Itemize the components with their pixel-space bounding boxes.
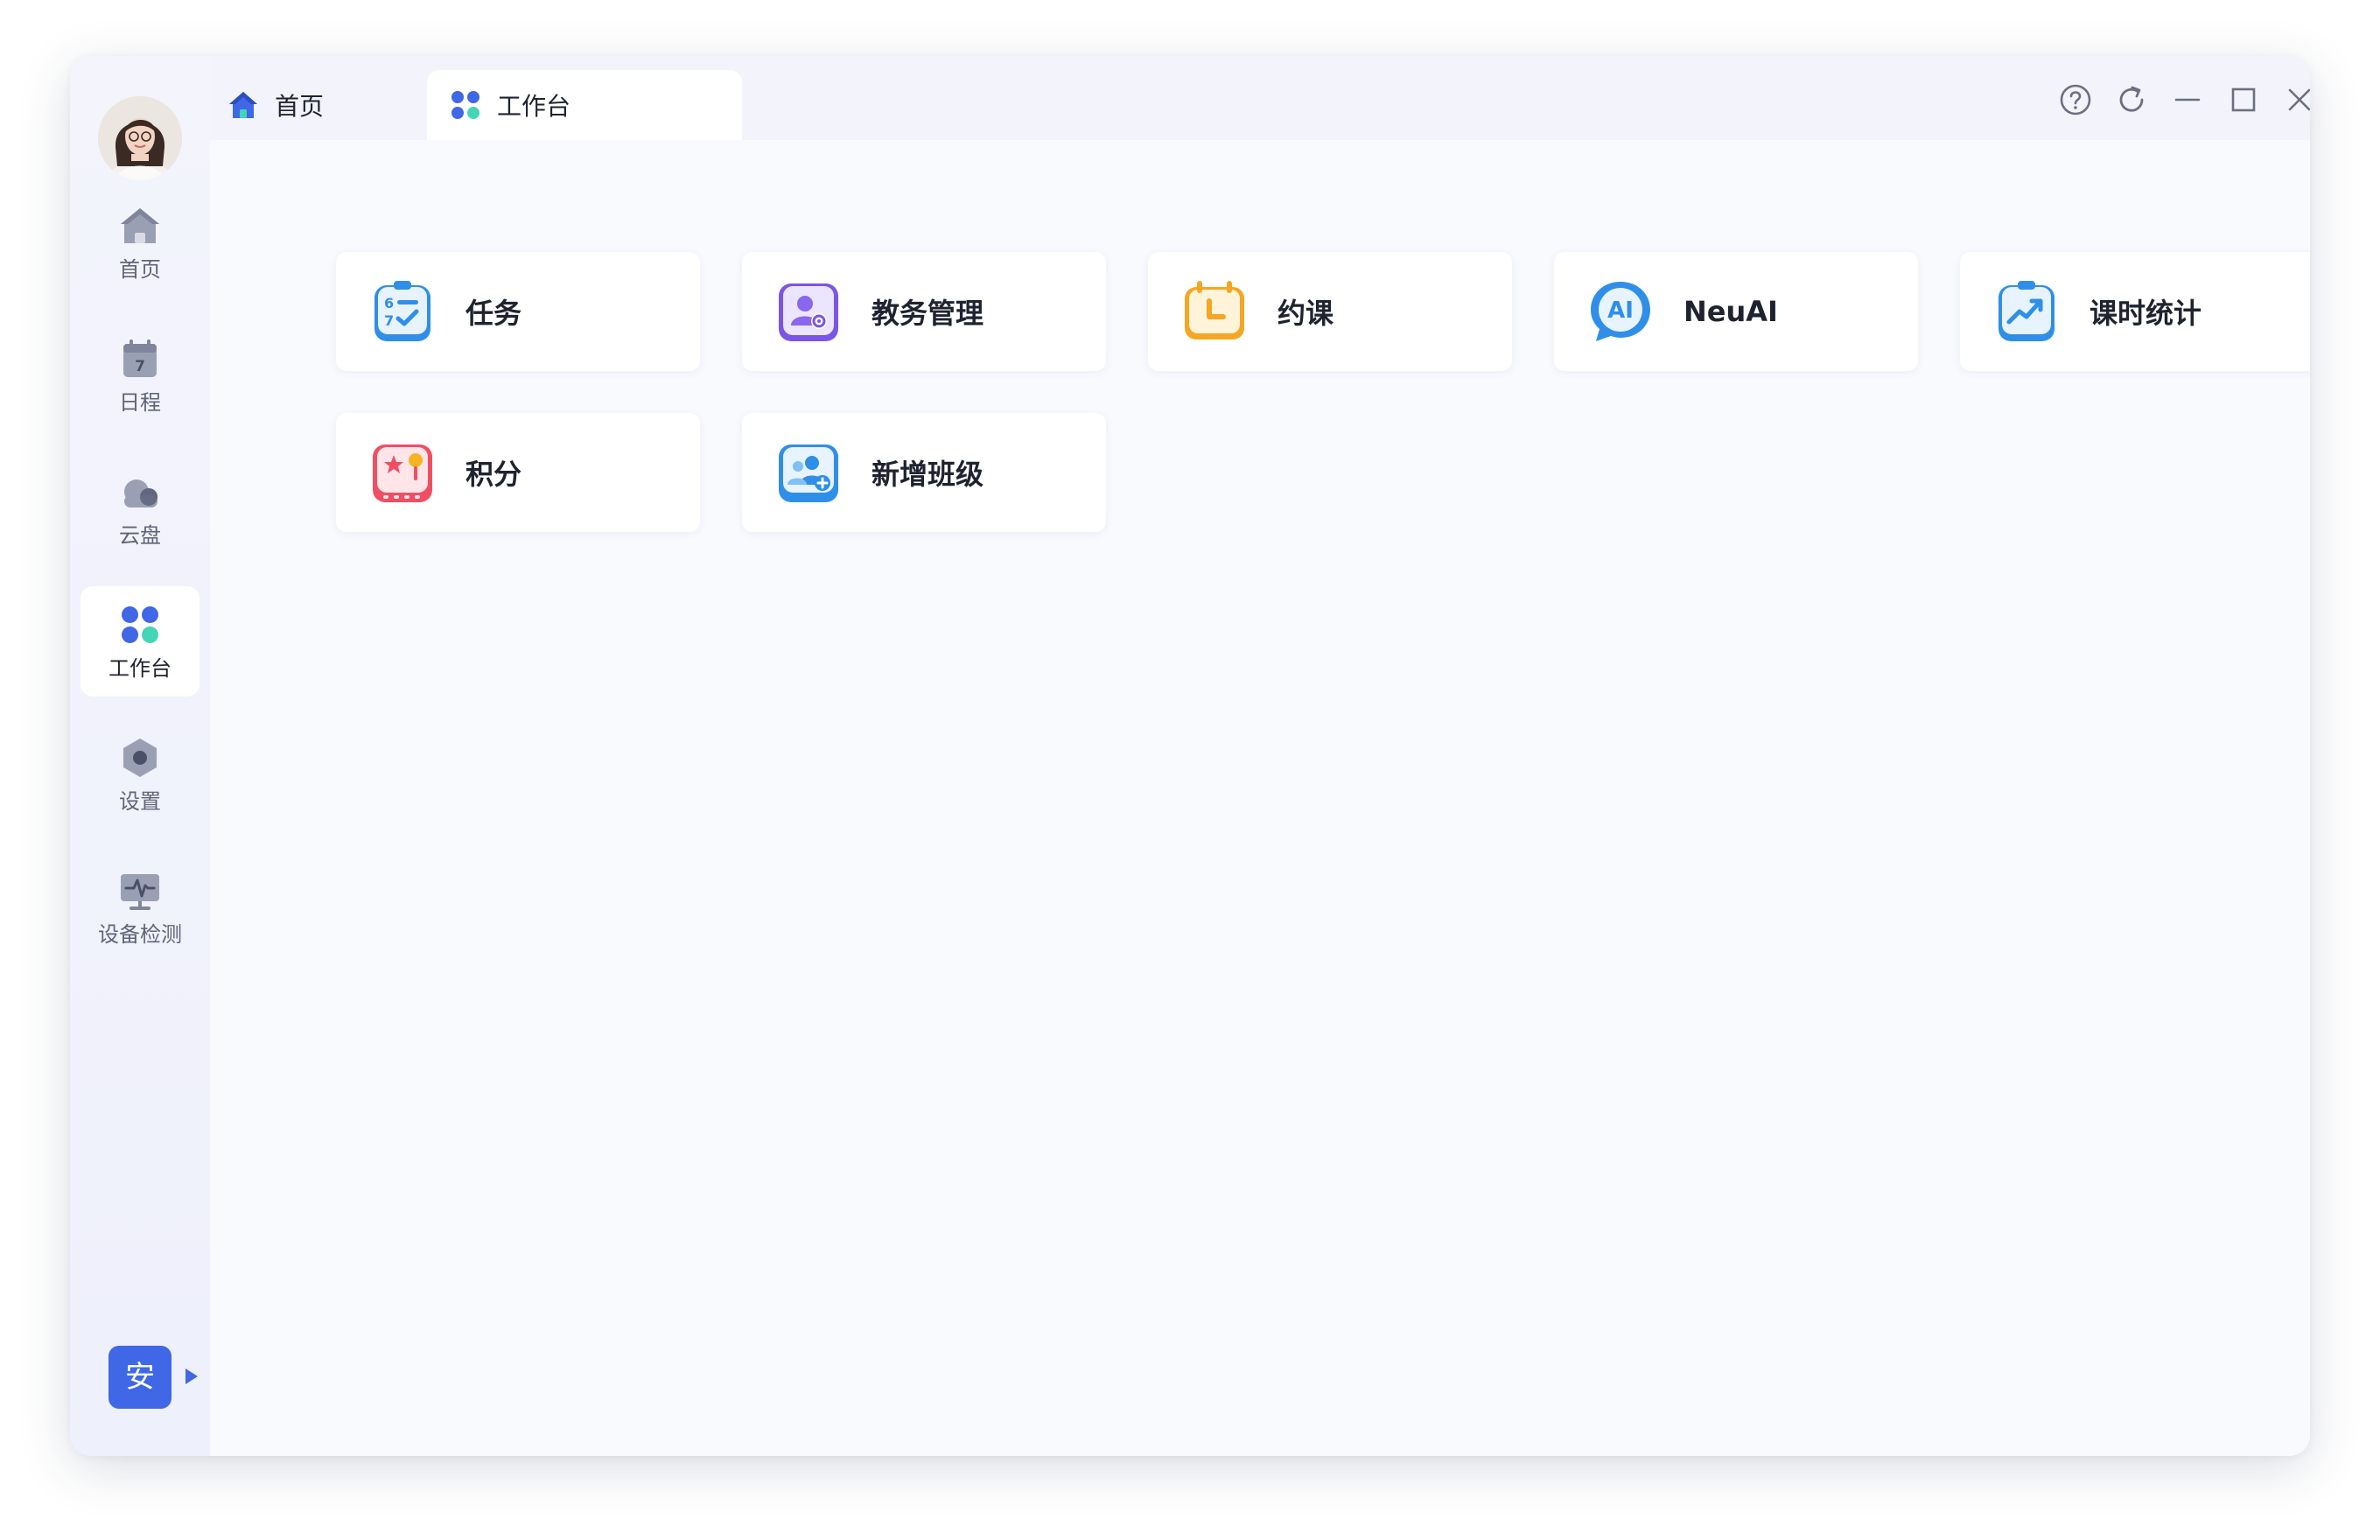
- app-card-booking[interactable]: 约课: [1148, 252, 1512, 371]
- home-icon: [121, 208, 159, 243]
- maximize-icon: [2231, 88, 2256, 112]
- app-card-neuai[interactable]: AI NeuAI: [1554, 252, 1918, 371]
- app-card-class-hours-stats[interactable]: 课时统计: [1960, 252, 2310, 371]
- app-card-label: NeuAI: [1684, 295, 1778, 328]
- tab-home[interactable]: 首页: [210, 70, 360, 140]
- settings-icon: [123, 738, 157, 777]
- neuai-icon: AI: [1591, 282, 1650, 341]
- add-class-icon: [779, 444, 838, 502]
- calendar-icon: 7: [123, 340, 157, 377]
- home-icon: [229, 92, 257, 118]
- avatar[interactable]: [98, 96, 182, 180]
- help-icon: [2060, 84, 2091, 116]
- sidebar-item-settings[interactable]: 设置: [80, 719, 200, 830]
- sidebar-item-label: 设置: [119, 789, 161, 814]
- sidebar-item-schedule[interactable]: 7 日程: [80, 320, 200, 430]
- user-badge[interactable]: 安: [108, 1346, 172, 1409]
- refresh-icon: [2119, 86, 2144, 112]
- sidebar-item-label: 云盘: [119, 523, 161, 548]
- sidebar-item-label: 设备检测: [98, 922, 182, 947]
- close-icon: [2288, 88, 2310, 111]
- app-card-label: 课时统计: [2090, 297, 2202, 330]
- app-card-points[interactable]: 积分: [336, 413, 700, 532]
- sidebar-item-label: 工作台: [108, 656, 172, 681]
- tab-label: 首页: [275, 92, 325, 121]
- app-window: 首页 7 日程 云盘 工作台 设置 设备检测 安 首页 工作台 6 7 任务 教…: [70, 56, 2310, 1456]
- class-hours-stats-icon: [1998, 281, 2054, 341]
- sidebar-item-cloud[interactable]: 云盘: [80, 453, 200, 564]
- expand-arrow-icon[interactable]: [186, 1368, 198, 1384]
- tab-label: 工作台: [497, 92, 571, 121]
- points-icon: [373, 444, 432, 502]
- sidebar-item-home[interactable]: 首页: [80, 187, 200, 298]
- booking-icon: [1185, 281, 1244, 340]
- app-card-task[interactable]: 6 7 任务: [336, 252, 700, 371]
- workbench-icon: [452, 91, 480, 119]
- workbench-icon: [122, 606, 158, 643]
- app-card-label: 任务: [466, 297, 522, 330]
- neuai-icon-text: AI: [1607, 298, 1634, 324]
- svg-text:6: 6: [384, 295, 394, 312]
- close-button[interactable]: [2280, 80, 2310, 119]
- refresh-button[interactable]: [2112, 80, 2151, 119]
- workbench-content: 6 7 任务 教务管理 约课 AI NeuAI 课时统计 积分 新增班级: [210, 140, 2310, 1456]
- help-button[interactable]: [2056, 80, 2095, 119]
- calendar-day-number: 7: [135, 358, 145, 375]
- sidebar: 首页 7 日程 云盘 工作台 设置 设备检测 安: [70, 56, 210, 1456]
- svg-text:7: 7: [384, 312, 394, 329]
- app-card-label: 约课: [1278, 297, 1334, 330]
- app-card-academic-management[interactable]: 教务管理: [742, 252, 1106, 371]
- title-bar: 首页 工作台: [210, 56, 2310, 140]
- task-icon: 6 7: [374, 281, 430, 341]
- tab-workbench[interactable]: 工作台: [427, 70, 742, 140]
- sidebar-item-device-check[interactable]: 设备检测: [80, 852, 200, 962]
- minimize-icon: [2174, 98, 2201, 102]
- sidebar-item-workbench[interactable]: 工作台: [80, 586, 200, 696]
- minimize-button[interactable]: [2168, 80, 2207, 119]
- app-card-add-class[interactable]: 新增班级: [742, 413, 1106, 532]
- device-check-icon: [121, 874, 159, 910]
- cloud-icon: [124, 480, 158, 508]
- maximize-button[interactable]: [2224, 80, 2263, 119]
- app-card-label: 教务管理: [872, 297, 984, 330]
- academic-management-icon: [779, 284, 838, 341]
- sidebar-item-label: 首页: [119, 257, 161, 282]
- app-card-label: 新增班级: [872, 458, 984, 491]
- app-card-label: 积分: [466, 458, 522, 491]
- avatar-image: [98, 96, 182, 180]
- sidebar-item-label: 日程: [119, 390, 161, 415]
